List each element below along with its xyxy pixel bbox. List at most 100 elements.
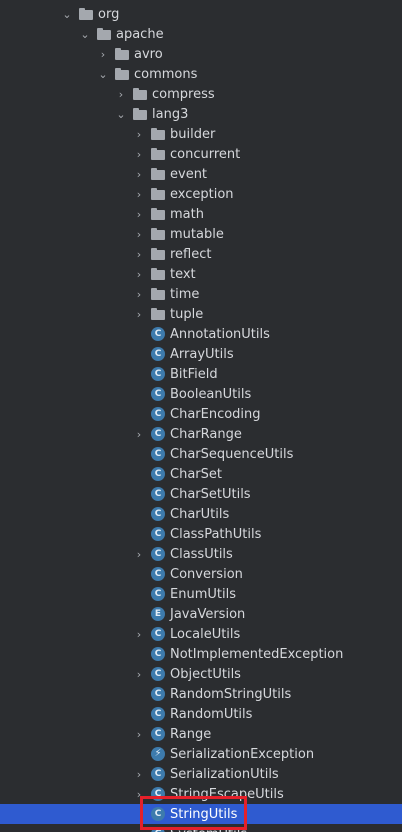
tree-class-BitField[interactable]: C BitField (0, 364, 402, 384)
tree-item-label: avro (134, 46, 163, 62)
tree-class-RandomStringUtils[interactable]: C RandomStringUtils (0, 684, 402, 704)
chevron-right-icon[interactable]: › (134, 148, 144, 161)
tree-item-label: RandomUtils (170, 706, 253, 722)
tree-item-label: builder (170, 126, 216, 142)
tree-class-ClassPathUtils[interactable]: C ClassPathUtils (0, 524, 402, 544)
project-tree[interactable]: ⌄ org ⌄ apache › avro ⌄ commons › compress ⌄ lang3 ›… (0, 0, 402, 832)
tree-folder-compress[interactable]: › compress (0, 84, 402, 104)
folder-icon (151, 267, 165, 281)
chevron-down-icon[interactable]: ⌄ (80, 28, 90, 41)
tree-class-CharSetUtils[interactable]: C CharSetUtils (0, 484, 402, 504)
tree-folder-apache[interactable]: ⌄ apache (0, 24, 402, 44)
class-icon: C (151, 367, 165, 381)
chevron-right-icon[interactable]: › (134, 128, 144, 141)
tree-class-CharEncoding[interactable]: C CharEncoding (0, 404, 402, 424)
tree-class-NotImplementedException[interactable]: C NotImplementedException (0, 644, 402, 664)
tree-class-StringUtils[interactable]: C StringUtils (0, 804, 402, 824)
tree-item-label: org (98, 6, 120, 22)
tree-class-CharRange[interactable]: › C CharRange (0, 424, 402, 444)
chevron-right-icon[interactable]: › (98, 48, 108, 61)
tree-class-SystemUtils[interactable]: C SystemUtils (0, 824, 402, 832)
tree-item-label: text (170, 266, 196, 282)
tree-item-label: LocaleUtils (170, 626, 241, 642)
folder-icon (151, 307, 165, 321)
tree-class-Conversion[interactable]: C Conversion (0, 564, 402, 584)
folder-icon (151, 247, 165, 261)
tree-item-label: reflect (170, 246, 212, 262)
tree-folder-builder[interactable]: › builder (0, 124, 402, 144)
chevron-right-icon[interactable]: › (134, 628, 144, 641)
tree-class-AnnotationUtils[interactable]: C AnnotationUtils (0, 324, 402, 344)
chevron-right-icon[interactable]: › (134, 268, 144, 281)
chevron-right-icon[interactable]: › (134, 168, 144, 181)
folder-icon (79, 7, 93, 21)
tree-class-ClassUtils[interactable]: › C ClassUtils (0, 544, 402, 564)
chevron-down-icon[interactable]: ⌄ (116, 108, 126, 121)
tree-item-label: apache (116, 26, 164, 42)
tree-folder-text[interactable]: › text (0, 264, 402, 284)
tree-class-Range[interactable]: › C Range (0, 724, 402, 744)
class-icon: C (151, 627, 165, 641)
tree-folder-lang3[interactable]: ⌄ lang3 (0, 104, 402, 124)
tree-class-ObjectUtils[interactable]: › C ObjectUtils (0, 664, 402, 684)
chevron-down-icon[interactable]: ⌄ (98, 68, 108, 81)
tree-item-label: BitField (170, 366, 218, 382)
chevron-right-icon[interactable]: › (134, 248, 144, 261)
chevron-right-icon[interactable]: › (134, 788, 144, 801)
tree-class-SerializationUtils[interactable]: › C SerializationUtils (0, 764, 402, 784)
class-icon: C (151, 327, 165, 341)
tree-item-label: concurrent (170, 146, 241, 162)
chevron-right-icon[interactable]: › (134, 548, 144, 561)
tree-item-label: ObjectUtils (170, 666, 241, 682)
tree-class-LocaleUtils[interactable]: › C LocaleUtils (0, 624, 402, 644)
tree-class-BooleanUtils[interactable]: C BooleanUtils (0, 384, 402, 404)
tree-class-SerializationException[interactable]: ⚡ SerializationException (0, 744, 402, 764)
tree-item-label: EnumUtils (170, 586, 236, 602)
tree-item-label: tuple (170, 306, 204, 322)
class-icon: C (151, 507, 165, 521)
tree-class-EnumUtils[interactable]: C EnumUtils (0, 584, 402, 604)
tree-folder-reflect[interactable]: › reflect (0, 244, 402, 264)
tree-class-CharUtils[interactable]: C CharUtils (0, 504, 402, 524)
chevron-right-icon[interactable]: › (134, 728, 144, 741)
folder-icon (151, 127, 165, 141)
tree-folder-mutable[interactable]: › mutable (0, 224, 402, 244)
class-icon: C (151, 447, 165, 461)
tree-class-StringEscapeUtils[interactable]: › C StringEscapeUtils (0, 784, 402, 804)
tree-item-label: CharRange (170, 426, 242, 442)
chevron-right-icon[interactable]: › (134, 668, 144, 681)
tree-folder-org[interactable]: ⌄ org (0, 4, 402, 24)
tree-folder-time[interactable]: › time (0, 284, 402, 304)
tree-folder-concurrent[interactable]: › concurrent (0, 144, 402, 164)
tree-folder-exception[interactable]: › exception (0, 184, 402, 204)
tree-item-label: ClassUtils (170, 546, 233, 562)
tree-item-label: CharEncoding (170, 406, 261, 422)
chevron-right-icon[interactable]: › (134, 208, 144, 221)
tree-item-label: mutable (170, 226, 224, 242)
chevron-right-icon[interactable]: › (134, 228, 144, 241)
class-icon: C (151, 807, 165, 821)
chevron-right-icon[interactable]: › (134, 188, 144, 201)
tree-class-CharSequenceUtils[interactable]: C CharSequenceUtils (0, 444, 402, 464)
class-icon: C (151, 427, 165, 441)
tree-folder-tuple[interactable]: › tuple (0, 304, 402, 324)
tree-folder-math[interactable]: › math (0, 204, 402, 224)
chevron-right-icon[interactable]: › (134, 288, 144, 301)
tree-item-label: JavaVersion (170, 606, 246, 622)
class-icon: C (151, 687, 165, 701)
tree-folder-avro[interactable]: › avro (0, 44, 402, 64)
tree-class-ArrayUtils[interactable]: C ArrayUtils (0, 344, 402, 364)
tree-class-CharSet[interactable]: C CharSet (0, 464, 402, 484)
tree-class-RandomUtils[interactable]: C RandomUtils (0, 704, 402, 724)
tree-class-JavaVersion[interactable]: E JavaVersion (0, 604, 402, 624)
chevron-right-icon[interactable]: › (116, 88, 126, 101)
chevron-right-icon[interactable]: › (134, 428, 144, 441)
tree-folder-event[interactable]: › event (0, 164, 402, 184)
chevron-down-icon[interactable]: ⌄ (62, 8, 72, 21)
tree-folder-commons[interactable]: ⌄ commons (0, 64, 402, 84)
tree-item-label: ClassPathUtils (170, 526, 262, 542)
chevron-right-icon[interactable]: › (134, 308, 144, 321)
class-icon: C (151, 787, 165, 801)
chevron-right-icon[interactable]: › (134, 768, 144, 781)
folder-icon (115, 47, 129, 61)
